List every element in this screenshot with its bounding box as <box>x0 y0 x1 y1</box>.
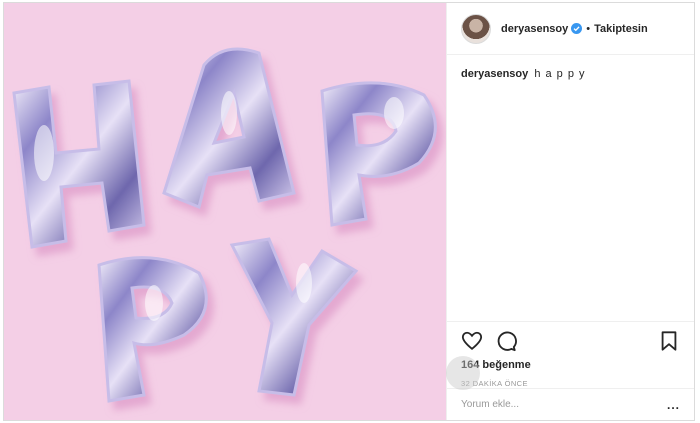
comment-input[interactable] <box>461 399 667 410</box>
post-sidebar: deryasensoy • Takiptesin deryasensoy h a… <box>446 3 694 420</box>
header-username[interactable]: deryasensoy <box>501 23 568 35</box>
avatar[interactable] <box>461 13 491 44</box>
action-icons <box>461 322 680 360</box>
caption-text: h a p p y <box>534 68 586 80</box>
watermark-logo <box>446 356 480 390</box>
likes-count[interactable]: 164 beğenme <box>461 359 680 371</box>
bookmark-icon[interactable] <box>658 330 680 352</box>
post-timestamp[interactable]: 32 DAKİKA ÖNCE <box>461 379 680 388</box>
post-image[interactable] <box>4 3 446 420</box>
post-header: deryasensoy • Takiptesin <box>447 3 694 55</box>
post-caption: deryasensoy h a p p y <box>447 55 694 94</box>
caption-username[interactable]: deryasensoy <box>461 68 528 80</box>
comment-icon[interactable] <box>495 330 517 352</box>
more-options-button[interactable]: ... <box>667 398 680 412</box>
comment-bar: ... <box>447 388 694 420</box>
following-button[interactable]: Takiptesin <box>594 23 648 35</box>
heart-icon[interactable] <box>461 330 483 352</box>
post-actions: 164 beğenme 32 DAKİKA ÖNCE <box>447 321 694 388</box>
post-card: deryasensoy • Takiptesin deryasensoy h a… <box>3 2 695 421</box>
verified-badge-icon <box>571 23 583 34</box>
header-separator: • <box>586 22 591 35</box>
balloon-letters-image <box>4 3 446 420</box>
